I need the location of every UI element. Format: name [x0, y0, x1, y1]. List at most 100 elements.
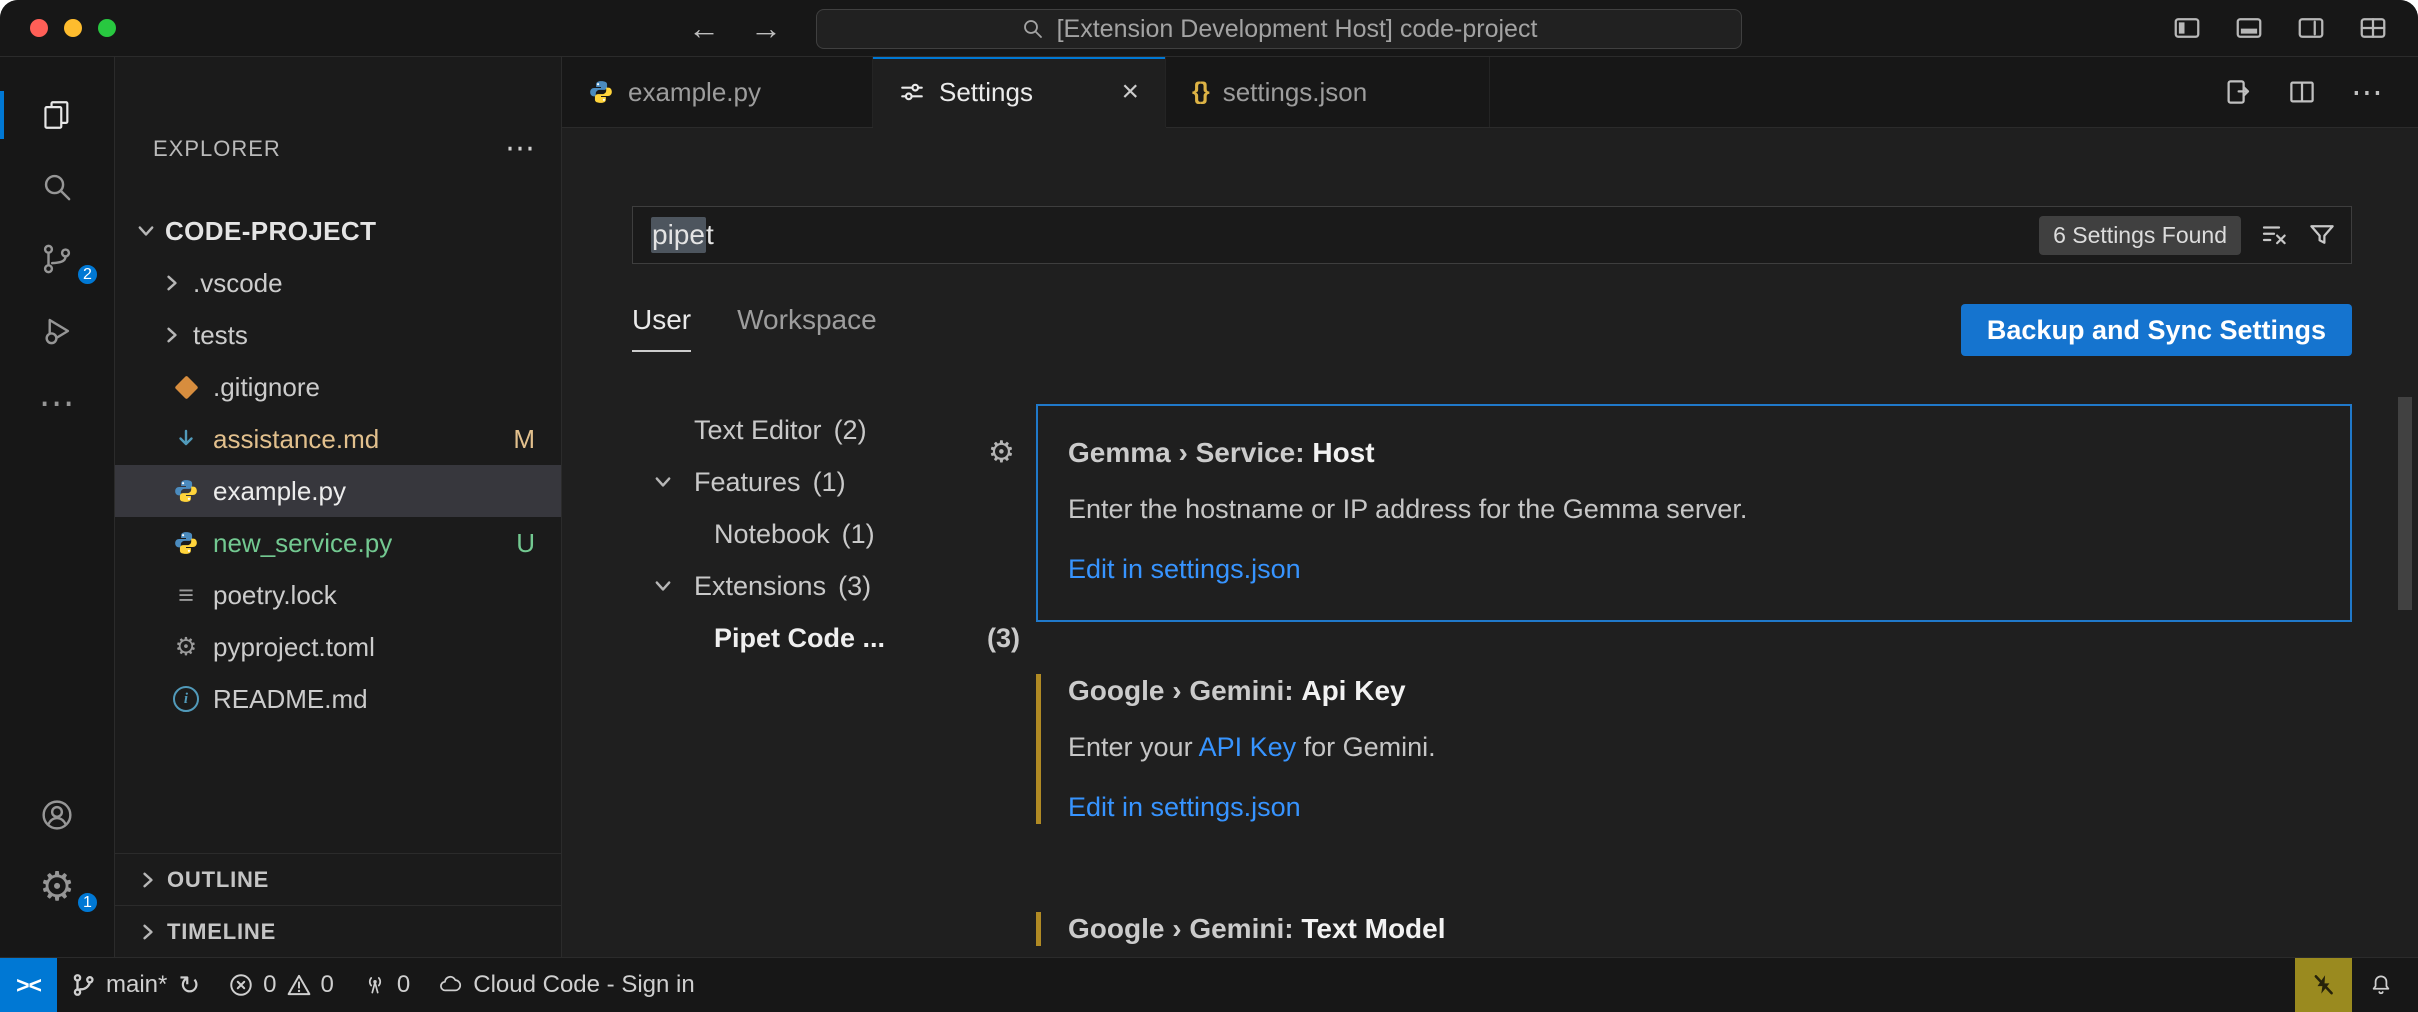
- editor-actions: ⋯: [2223, 57, 2418, 127]
- timeline-section[interactable]: TIMELINE: [115, 905, 561, 957]
- scope-tab-user[interactable]: User: [632, 304, 691, 352]
- tab-example-py[interactable]: example.py: [562, 57, 873, 127]
- history-nav: ← →: [688, 0, 782, 56]
- tree-item-gitignore[interactable]: .gitignore: [115, 361, 561, 413]
- activity-more-views[interactable]: ⋯: [0, 375, 114, 431]
- tab-settings[interactable]: Settings ×: [873, 57, 1166, 127]
- more-icon: ⋯: [39, 385, 76, 421]
- settings-list: ⚙ Gemma › Service: Host Enter the hostna…: [1036, 404, 2352, 957]
- json-braces-icon: {}: [1192, 78, 1209, 106]
- status-bar-right: [2295, 958, 2418, 1012]
- command-center[interactable]: [Extension Development Host] code-projec…: [816, 9, 1742, 49]
- setting-google-gemini-text-model[interactable]: Google › Gemini: Text Model: [1036, 912, 2352, 946]
- bell-icon: [2368, 972, 2394, 998]
- remote-indicator[interactable]: ><: [0, 958, 57, 1012]
- zoom-window-button[interactable]: [98, 19, 116, 37]
- window-controls: [30, 19, 116, 37]
- backup-sync-button[interactable]: Backup and Sync Settings: [1961, 304, 2352, 356]
- chevron-down-icon: [652, 471, 674, 493]
- customize-layout-icon[interactable]: [2358, 13, 2388, 43]
- toc-label: Text Editor: [694, 415, 822, 446]
- tree-item-pyproject-toml[interactable]: ⚙ pyproject.toml: [115, 621, 561, 673]
- toc-label: Pipet Code ...: [714, 623, 885, 654]
- radio-tower-icon: [362, 972, 388, 998]
- edit-in-settings-json-link[interactable]: Edit in settings.json: [1068, 790, 2352, 824]
- branch-status[interactable]: main* ↻: [57, 958, 214, 1012]
- explorer-title: EXPLORER: [153, 136, 281, 162]
- toc-extensions[interactable]: Extensions (3): [632, 560, 1036, 612]
- scope-tab-workspace[interactable]: Workspace: [737, 304, 877, 350]
- setting-google-gemini-api-key[interactable]: Google › Gemini: Api Key Enter your API …: [1036, 674, 2352, 824]
- search-box-actions: [2259, 220, 2337, 250]
- setting-gear-icon[interactable]: ⚙: [988, 438, 1015, 468]
- activity-accounts[interactable]: [0, 787, 114, 843]
- activity-explorer[interactable]: [0, 87, 114, 143]
- lock-file-icon: ≡: [173, 582, 199, 608]
- toggle-primary-sidebar-icon[interactable]: [2172, 13, 2202, 43]
- activity-settings[interactable]: ⚙ 1: [0, 859, 114, 915]
- toc-pipet-code[interactable]: Pipet Code ... (3): [632, 612, 1036, 664]
- tree-item-readme-md[interactable]: i README.md: [115, 673, 561, 725]
- outline-section[interactable]: OUTLINE: [115, 853, 561, 905]
- toc-label: Notebook: [714, 519, 830, 550]
- source-control-icon: [40, 242, 74, 276]
- markdown-icon: [173, 426, 199, 452]
- settings-search-box[interactable]: pipet 6 Settings Found: [632, 206, 2352, 264]
- tree-root-code-project[interactable]: CODE-PROJECT: [115, 205, 561, 257]
- toc-text-editor[interactable]: Text Editor (2): [632, 404, 1036, 456]
- activity-bar-bottom: ⚙ 1: [0, 787, 114, 957]
- focus-troubleshoot-indicator[interactable]: [2295, 958, 2352, 1012]
- toc-features[interactable]: Features (1): [632, 456, 1036, 508]
- problems-status[interactable]: 0 0: [214, 958, 348, 1012]
- ports-status[interactable]: 0: [348, 958, 424, 1012]
- tree-item-poetry-lock[interactable]: ≡ poetry.lock: [115, 569, 561, 621]
- settings-body: Text Editor (2) Features (1) Notebook (1…: [632, 404, 2352, 957]
- clear-filters-icon[interactable]: [2259, 220, 2289, 250]
- setting-title: Google › Gemini: Text Model: [1068, 912, 2352, 946]
- tree-item-vscode[interactable]: .vscode: [115, 257, 561, 309]
- cloud-icon: [438, 972, 464, 998]
- settings-search-input[interactable]: pipet: [651, 217, 2021, 253]
- scrollbar-thumb[interactable]: [2398, 397, 2412, 610]
- toggle-panel-icon[interactable]: [2234, 13, 2264, 43]
- back-button[interactable]: ←: [688, 0, 720, 56]
- close-window-button[interactable]: [30, 19, 48, 37]
- activity-run-debug[interactable]: [0, 303, 114, 359]
- python-icon: [173, 478, 199, 504]
- setting-category: Gemma › Service:: [1068, 437, 1312, 468]
- file-label: README.md: [213, 684, 368, 715]
- outline-label: OUTLINE: [167, 867, 269, 893]
- notifications-button[interactable]: [2352, 958, 2418, 1012]
- edit-in-settings-json-link[interactable]: Edit in settings.json: [1068, 552, 2320, 586]
- cloud-code-status[interactable]: Cloud Code - Sign in: [424, 958, 708, 1012]
- api-key-link[interactable]: API Key: [1199, 732, 1297, 762]
- more-actions-icon[interactable]: ⋯: [2351, 76, 2384, 108]
- settings-scope-row: User Workspace Backup and Sync Settings: [632, 304, 2352, 362]
- filter-icon[interactable]: [2307, 220, 2337, 250]
- warning-icon: [286, 972, 312, 998]
- toggle-secondary-sidebar-icon[interactable]: [2296, 13, 2326, 43]
- setting-title: Gemma › Service: Host: [1068, 436, 2320, 470]
- file-label: poetry.lock: [213, 580, 337, 611]
- activity-search[interactable]: [0, 159, 114, 215]
- setting-gemma-service-host[interactable]: ⚙ Gemma › Service: Host Enter the hostna…: [1036, 404, 2352, 622]
- tree-item-tests[interactable]: tests: [115, 309, 561, 361]
- tree-item-new-service-py[interactable]: new_service.py U: [115, 517, 561, 569]
- tab-settings-json[interactable]: {} settings.json: [1166, 57, 1490, 127]
- open-settings-json-icon[interactable]: [2223, 77, 2253, 107]
- forward-button[interactable]: →: [750, 0, 782, 56]
- split-editor-icon[interactable]: [2287, 77, 2317, 107]
- file-label: new_service.py: [213, 528, 392, 559]
- editor-area: example.py Settings × {} settings.json: [562, 57, 2418, 957]
- explorer-sidebar: EXPLORER ⋯ CODE-PROJECT .vscode tests: [115, 57, 562, 957]
- setting-category: Google › Gemini:: [1068, 675, 1301, 706]
- minimize-window-button[interactable]: [64, 19, 82, 37]
- toc-notebook[interactable]: Notebook (1): [632, 508, 1036, 560]
- results-count-badge: 6 Settings Found: [2039, 216, 2241, 255]
- run-debug-icon: [40, 314, 74, 348]
- tree-item-assistance-md[interactable]: assistance.md M: [115, 413, 561, 465]
- activity-source-control[interactable]: 2: [0, 231, 114, 287]
- tree-item-example-py[interactable]: example.py: [115, 465, 561, 517]
- close-icon[interactable]: ×: [1121, 77, 1139, 107]
- explorer-more-icon[interactable]: ⋯: [505, 134, 535, 164]
